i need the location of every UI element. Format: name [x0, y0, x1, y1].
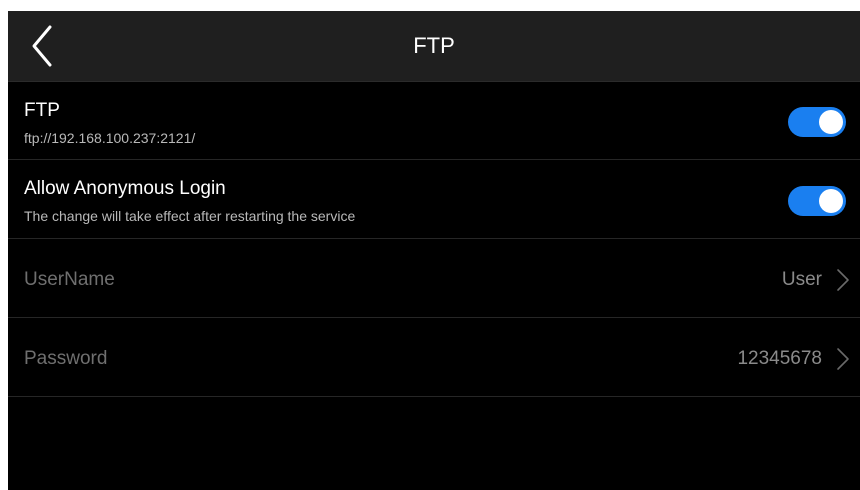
ftp-address: ftp://192.168.100.237:2121/ [24, 130, 196, 146]
username-label: UserName [24, 269, 115, 290]
chevron-right-icon [837, 269, 849, 291]
anonymous-login-title: Allow Anonymous Login [24, 178, 226, 199]
password-row[interactable]: Password 12345678 [8, 319, 860, 397]
page-title: FTP [413, 33, 455, 58]
anonymous-login-toggle[interactable] [788, 186, 846, 216]
ftp-title: FTP [24, 100, 60, 121]
toggle-knob [819, 110, 843, 134]
ftp-toggle[interactable] [788, 107, 846, 137]
anonymous-login-description: The change will take effect after restar… [24, 208, 356, 224]
anonymous-login-row: Allow Anonymous Login The change will ta… [8, 161, 860, 239]
ftp-settings-screen: FTP FTP ftp://192.168.100.237:2121/ Allo… [8, 11, 860, 490]
password-label: Password [24, 348, 108, 369]
header-bar: FTP [8, 11, 860, 82]
password-value: 12345678 [737, 348, 822, 369]
ftp-row: FTP ftp://192.168.100.237:2121/ [8, 82, 860, 160]
chevron-right-icon [837, 348, 849, 370]
username-row[interactable]: UserName User [8, 240, 860, 318]
back-button[interactable] [26, 23, 62, 69]
chevron-left-icon [32, 25, 52, 67]
toggle-knob [819, 189, 843, 213]
username-value: User [781, 269, 822, 290]
